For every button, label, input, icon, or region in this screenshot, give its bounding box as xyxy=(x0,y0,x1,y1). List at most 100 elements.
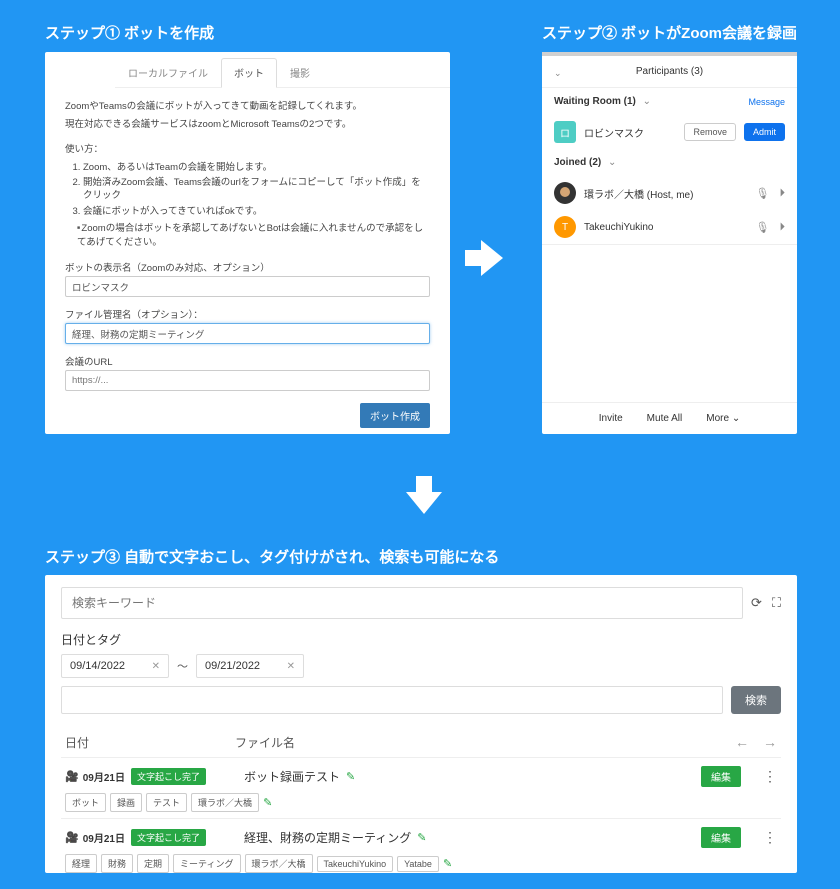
video-icon: 🎥 xyxy=(65,770,79,783)
more-button[interactable]: More ⌄ xyxy=(706,413,740,424)
status-badge: 文字起こし完了 xyxy=(131,768,206,785)
video-icon[interactable]: ⏵ xyxy=(780,221,786,234)
step2-title: ステップ② ボットがZoom会議を録画 xyxy=(542,22,797,43)
file-title[interactable]: ボット録画テスト ✎ xyxy=(244,768,355,785)
list-row: 🎥 09月21日 文字起こし完了 ボット録画テスト ✎ 編集 ⋮ ボット録画テス… xyxy=(61,757,781,818)
url-label: 会議のURL xyxy=(65,354,430,368)
refresh-icon[interactable]: ⟳ xyxy=(751,595,762,611)
chevron-down-icon: ⌄ xyxy=(643,96,651,107)
joined-participant-row: 環ラボ／大橋 (Host, me) 🎙 ⏵ xyxy=(542,176,797,210)
botname-label: ボットの表示名（Zoomのみ対応、オプション） xyxy=(65,260,430,274)
edit-tags-icon[interactable]: ✎ xyxy=(263,796,272,809)
tag[interactable]: 環ラボ／大橋 xyxy=(245,854,313,873)
search-keyword-input[interactable] xyxy=(61,587,743,619)
tag[interactable]: TakeuchiYukino xyxy=(317,856,394,872)
step1-card: ローカルファイル ボット 撮影 ZoomやTeamsの会議にボットが入ってきて動… xyxy=(45,52,450,434)
step1-body: ZoomやTeamsの会議にボットが入ってきて動画を記録してくれます。 現在対応… xyxy=(45,88,450,403)
message-link[interactable]: Message xyxy=(748,97,785,107)
column-date: 日付 xyxy=(65,734,235,751)
tag[interactable]: ミーティング xyxy=(173,854,240,873)
waiting-room-section[interactable]: Waiting Room (1) ⌄ Message xyxy=(542,88,797,115)
edit-icon[interactable]: ✎ xyxy=(346,770,355,783)
tag[interactable]: 環ラボ／大橋 xyxy=(191,793,259,812)
mic-icon[interactable]: 🎙 xyxy=(756,221,770,234)
participant-name: TakeuchiYukino xyxy=(584,222,748,233)
clear-icon[interactable]: ✕ xyxy=(152,661,160,672)
edit-tags-icon[interactable]: ✎ xyxy=(443,857,452,870)
file-title[interactable]: 経理、財務の定期ミーティング ✎ xyxy=(244,829,427,846)
chevron-down-icon: ⌄ xyxy=(732,413,740,424)
howto-list: Zoom、あるいはTeamの会議を開始します。 開始済みZoom会議、Teams… xyxy=(65,161,430,218)
fullscreen-icon[interactable]: ⛶ xyxy=(772,595,781,611)
list-row: 🎥 09月21日 文字起こし完了 経理、財務の定期ミーティング ✎ 編集 ⋮ 経… xyxy=(61,818,781,879)
intro-text-1: ZoomやTeamsの会議にボットが入ってきて動画を記録してくれます。 xyxy=(65,100,430,114)
participants-footer: Invite Mute All More ⌄ xyxy=(542,402,797,434)
waiting-room-label: Waiting Room (1) xyxy=(554,96,636,107)
tab-bot[interactable]: ボット xyxy=(221,58,277,88)
search-button[interactable]: 検索 xyxy=(731,686,781,714)
prev-icon[interactable]: ← xyxy=(735,734,749,751)
tabs: ローカルファイル ボット 撮影 xyxy=(115,58,450,88)
intro-text-2: 現在対応できる会議サービスはzoomとMicrosoft Teamsの2つです。 xyxy=(65,118,430,132)
joined-label: Joined (2) xyxy=(554,157,601,168)
howto-item: 開始済みZoom会議、Teams会議のurlをフォームにコピーして「ボット作成」… xyxy=(83,176,430,203)
avatar: T xyxy=(554,216,576,238)
tag[interactable]: 財務 xyxy=(101,854,133,873)
row-date: 09月21日 xyxy=(83,769,125,784)
mute-all-button[interactable]: Mute All xyxy=(647,413,683,424)
remove-button[interactable]: Remove xyxy=(684,123,736,141)
step2-card: ⌄ Participants (3) Waiting Room (1) ⌄ Me… xyxy=(542,52,797,434)
filename-label: ファイル管理名（オプション）： xyxy=(65,307,430,321)
edit-button[interactable]: 編集 xyxy=(701,827,741,848)
video-icon[interactable]: ⏵ xyxy=(780,187,786,200)
tag[interactable]: 録画 xyxy=(110,793,142,812)
tag[interactable]: 定期 xyxy=(137,854,169,873)
tag-filter-input[interactable] xyxy=(61,686,723,714)
date-from-input[interactable]: 09/14/2022 ✕ xyxy=(61,654,169,678)
avatar: ロ xyxy=(554,121,576,143)
video-icon: 🎥 xyxy=(65,831,79,844)
mic-icon[interactable]: 🎙 xyxy=(756,187,770,200)
tag[interactable]: テスト xyxy=(146,793,187,812)
row-date: 09月21日 xyxy=(83,830,125,845)
filename-input[interactable] xyxy=(65,323,430,344)
howto-item: 会議にボットが入ってきていればokです。 xyxy=(83,205,430,218)
tag[interactable]: Yatabe xyxy=(397,856,439,872)
avatar xyxy=(554,182,576,204)
create-bot-button[interactable]: ボット作成 xyxy=(360,403,430,428)
chevron-down-icon[interactable]: ⌄ xyxy=(554,68,562,79)
tag[interactable]: ボット xyxy=(65,793,106,812)
admit-button[interactable]: Admit xyxy=(744,123,785,141)
participants-title: Participants (3) xyxy=(636,66,703,77)
tab-local-file[interactable]: ローカルファイル xyxy=(115,58,221,87)
chevron-down-icon: ⌄ xyxy=(608,157,616,168)
invite-button[interactable]: Invite xyxy=(599,413,623,424)
tag-row: 経理財務定期ミーティング環ラボ／大橋TakeuchiYukinoYatabe ✎ xyxy=(65,854,777,873)
joined-section[interactable]: Joined (2) ⌄ xyxy=(542,149,797,176)
clear-icon[interactable]: ✕ xyxy=(287,661,295,672)
edit-button[interactable]: 編集 xyxy=(701,766,741,787)
url-input[interactable] xyxy=(65,370,430,391)
howto-label: 使い方： xyxy=(65,143,430,157)
more-icon[interactable]: ⋮ xyxy=(763,829,777,846)
tag[interactable]: 経理 xyxy=(65,854,97,873)
arrow-right-icon xyxy=(481,240,503,276)
edit-icon[interactable]: ✎ xyxy=(417,831,426,844)
waiting-participant-row: ロ ロビンマスク Remove Admit xyxy=(542,115,797,149)
howto-item: Zoom、あるいはTeamの会議を開始します。 xyxy=(83,161,430,174)
participants-header: ⌄ Participants (3) xyxy=(542,56,797,88)
botname-input[interactable] xyxy=(65,276,430,297)
status-badge: 文字起こし完了 xyxy=(131,829,206,846)
next-icon[interactable]: → xyxy=(763,734,777,751)
arrow-down-icon xyxy=(406,492,442,514)
more-icon[interactable]: ⋮ xyxy=(763,768,777,785)
participant-name: 環ラボ／大橋 (Host, me) xyxy=(584,186,748,201)
step3-card: ⟳ ⛶ 日付とタグ 09/14/2022 ✕ ～ 09/21/2022 ✕ 検索… xyxy=(45,575,797,873)
list-header: 日付 ファイル名 ← → xyxy=(61,728,781,757)
tilde: ～ xyxy=(177,658,188,674)
howto-sub: Zoomの場合はボットを承認してあげないとBotは会議に入れませんので承認をして… xyxy=(65,222,430,251)
date-from-value: 09/14/2022 xyxy=(70,660,125,672)
tag-row: ボット録画テスト環ラボ／大橋 ✎ xyxy=(65,793,777,812)
date-to-input[interactable]: 09/21/2022 ✕ xyxy=(196,654,304,678)
tab-record[interactable]: 撮影 xyxy=(277,58,323,87)
